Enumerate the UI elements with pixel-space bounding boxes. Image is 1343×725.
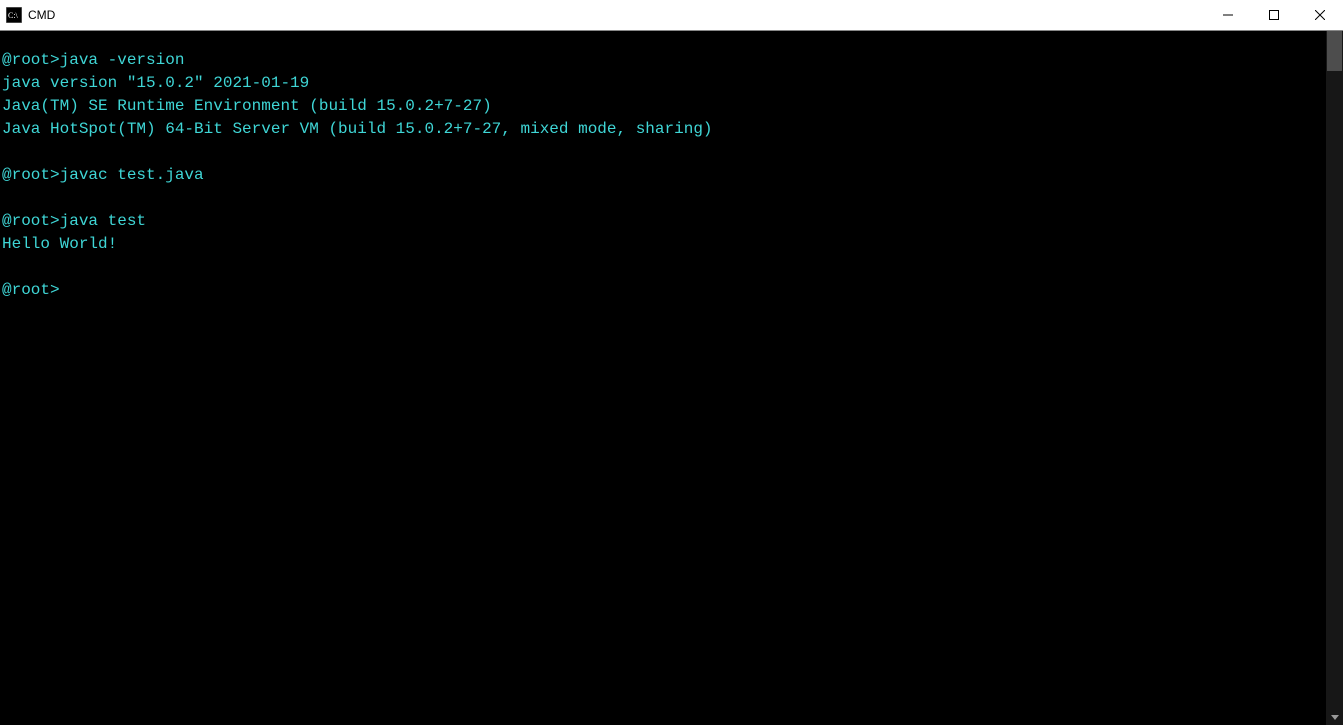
terminal-line: Java HotSpot(TM) 64-Bit Server VM (build… bbox=[2, 118, 1326, 141]
scrollbar-down-arrow[interactable] bbox=[1326, 708, 1343, 725]
svg-text:C:\: C:\ bbox=[8, 11, 19, 20]
terminal-line: @root>javac test.java bbox=[2, 164, 1326, 187]
terminal-line: @root>java -version bbox=[2, 49, 1326, 72]
terminal-line: @root>java test bbox=[2, 210, 1326, 233]
titlebar: C:\ CMD bbox=[0, 0, 1343, 30]
terminal-line: java version "15.0.2" 2021-01-19 bbox=[2, 72, 1326, 95]
terminal-line: Java(TM) SE Runtime Environment (build 1… bbox=[2, 95, 1326, 118]
window-title: CMD bbox=[28, 8, 55, 22]
terminal-line: @root> bbox=[2, 279, 1326, 302]
window-controls bbox=[1205, 0, 1343, 30]
scrollbar-thumb[interactable] bbox=[1327, 31, 1342, 71]
titlebar-left: C:\ CMD bbox=[6, 7, 55, 23]
minimize-button[interactable] bbox=[1205, 0, 1251, 30]
terminal-blank-line bbox=[2, 141, 1326, 164]
terminal-blank-line bbox=[2, 187, 1326, 210]
terminal-output[interactable]: @root>java -versionjava version "15.0.2"… bbox=[0, 31, 1326, 725]
terminal-blank-line bbox=[2, 256, 1326, 279]
scrollbar[interactable] bbox=[1326, 31, 1343, 725]
terminal-container: @root>java -versionjava version "15.0.2"… bbox=[0, 30, 1343, 725]
cmd-icon: C:\ bbox=[6, 7, 22, 23]
maximize-button[interactable] bbox=[1251, 0, 1297, 30]
terminal-line: Hello World! bbox=[2, 233, 1326, 256]
close-button[interactable] bbox=[1297, 0, 1343, 30]
